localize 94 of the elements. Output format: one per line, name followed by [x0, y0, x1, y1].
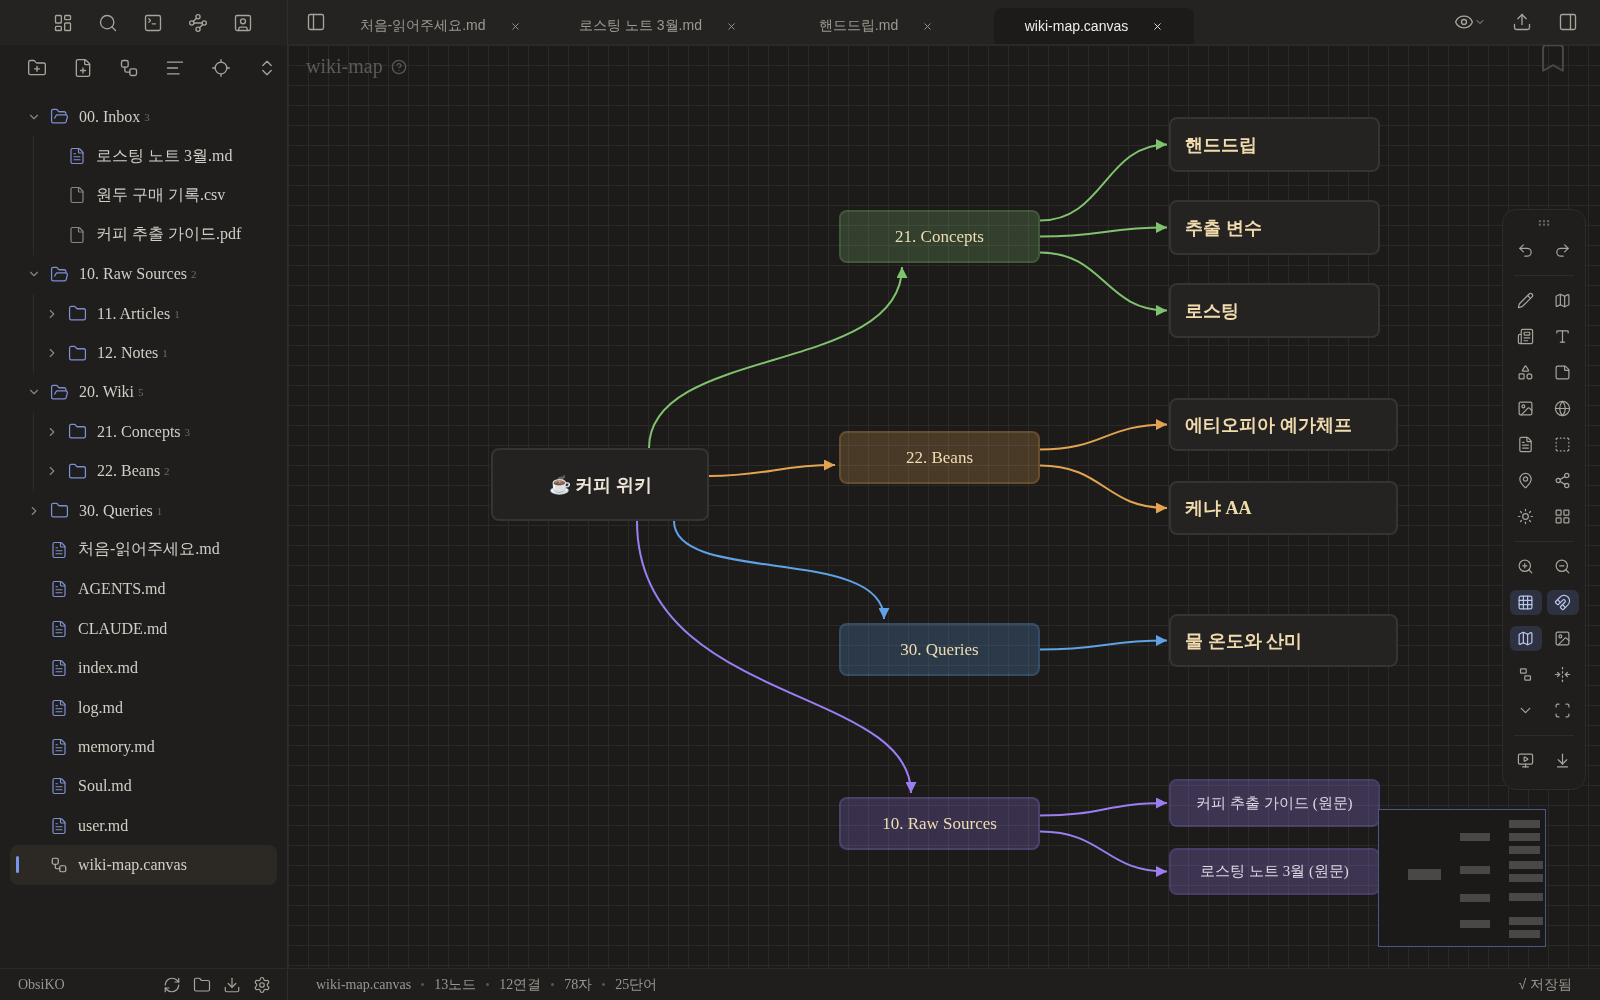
item-count: 2 [164, 465, 170, 478]
file-icon [68, 186, 86, 205]
status-stat: 78자 [564, 975, 593, 994]
canvas-node[interactable]: 로스팅 [1169, 283, 1380, 338]
editor-tab[interactable]: wiki-map.canvas [994, 8, 1194, 44]
canvas-node[interactable]: 10. Raw Sources [839, 797, 1040, 850]
canvas-node[interactable]: 물 온도와 산미 [1169, 614, 1398, 667]
item-label: 커피 추출 가이드.pdf [96, 224, 242, 245]
item-label: user.md [78, 816, 129, 835]
editor-tab[interactable]: 처음-읽어주세요.md [340, 8, 540, 44]
document-icon [50, 698, 68, 717]
save-status: √ 저장됨 [1518, 975, 1572, 994]
canvas-node[interactable]: 21. Concepts [839, 210, 1040, 263]
document-icon [50, 777, 68, 796]
item-count: 2 [191, 268, 197, 281]
status-file-name: wiki-map.canvas [316, 976, 412, 993]
item-count: 5 [138, 386, 144, 399]
item-count: 1 [156, 504, 163, 517]
item-count: 1 [162, 347, 168, 360]
item-count: 3 [184, 425, 191, 438]
document-icon [50, 737, 68, 756]
item-label: 22. Beans [97, 462, 161, 481]
item-label: 처음-읽어주세요.md [78, 539, 220, 560]
file-tree-item[interactable]: 처음-읽어주세요.md [10, 530, 277, 570]
file-tree-item[interactable]: 30. Queries 1 [10, 490, 277, 531]
document-icon [50, 816, 68, 835]
file-tree-item[interactable]: 원두 구매 기록.csv [10, 175, 277, 216]
file-tree-item[interactable]: memory.md [10, 727, 277, 767]
file-tree-item[interactable]: user.md [10, 806, 277, 846]
item-count: 3 [144, 110, 150, 123]
file-tree-item[interactable]: 커피 추출 가이드.pdf [10, 215, 277, 255]
item-label: 12. Notes [97, 344, 159, 363]
canvas-node[interactable]: 22. Beans [839, 431, 1040, 484]
canvas-node[interactable]: 추출 변수 [1169, 200, 1380, 255]
status-stat: 25단어 [615, 975, 658, 994]
item-label: memory.md [78, 737, 155, 756]
folder-icon [68, 461, 87, 481]
file-tree-item[interactable]: 22. Beans 2 [10, 451, 277, 491]
item-label: wiki-map.canvas [78, 856, 187, 875]
item-label: 로스팅 노트 3월.md [96, 145, 233, 166]
open-folder-icon [50, 264, 69, 284]
vault-name: ObsiKO [18, 976, 65, 993]
file-tree-item[interactable]: 11. Articles 1 [10, 293, 277, 334]
canvas-node[interactable]: 핸드드립 [1169, 117, 1380, 172]
map-icon[interactable] [1509, 626, 1542, 651]
item-label: 원두 구매 기록.csv [96, 184, 226, 205]
file-tree-item[interactable]: Soul.md [10, 766, 277, 807]
status-stat: 13노드 [434, 975, 477, 994]
canvas-node[interactable]: 30. Queries [839, 623, 1040, 676]
item-label: 30. Queries [79, 501, 153, 520]
file-tree-item[interactable]: 00. Inbox 3 [10, 97, 277, 137]
canvas-node[interactable]: 케냐 AA [1169, 481, 1398, 535]
document-icon [50, 541, 68, 559]
item-label: log.md [78, 698, 123, 717]
editor-tab[interactable]: 로스팅 노트 3월.md [558, 8, 758, 44]
status-stat: 12연결 [499, 975, 542, 994]
file-tree-item[interactable]: AGENTS.md [10, 569, 277, 610]
canvas-node[interactable]: 커피 추출 가이드 (원문) [1169, 779, 1380, 827]
file-tree-item[interactable]: 12. Notes 1 [10, 333, 277, 373]
minimap-drawing[interactable] [1378, 809, 1546, 947]
editor-tab[interactable]: 핸드드립.md [776, 8, 976, 44]
canvas-node[interactable]: 에티오피아 예가체프 [1169, 398, 1398, 451]
grid-icon[interactable] [1509, 590, 1542, 615]
file-tree-item[interactable]: 로스팅 노트 3월.md [10, 136, 277, 176]
document-icon [50, 580, 68, 599]
magnet-icon[interactable] [1546, 590, 1579, 615]
item-label: index.md [78, 659, 138, 678]
item-label: Soul.md [78, 777, 132, 796]
document-icon [50, 619, 68, 638]
canvas-title: wiki-map [306, 55, 383, 78]
item-label: 21. Concepts [97, 422, 181, 441]
item-label: AGENTS.md [78, 580, 166, 599]
item-label: 00. Inbox [79, 107, 141, 126]
open-folder-icon [50, 382, 69, 402]
close-icon[interactable] [1152, 20, 1164, 32]
item-label: CLAUDE.md [78, 619, 168, 638]
folder-icon [68, 343, 87, 363]
file-tree-item[interactable]: 21. Concepts 3 [10, 412, 277, 452]
file-tree-item[interactable]: wiki-map.canvas [10, 845, 277, 885]
file-tree-item[interactable]: 20. Wiki 5 [10, 372, 277, 413]
item-label: 10. Raw Sources [79, 265, 187, 284]
file-tree-item[interactable]: log.md [10, 687, 277, 728]
document-icon [68, 147, 86, 166]
item-label: 11. Articles [97, 304, 171, 323]
canvas-node[interactable]: 로스팅 노트 3월 (원문) [1169, 848, 1380, 895]
canvas-node[interactable]: ☕ 커피 위키 [491, 448, 709, 521]
file-tree-item[interactable]: CLAUDE.md [10, 609, 277, 649]
item-label: 20. Wiki [79, 383, 135, 402]
item-count: 1 [174, 307, 180, 320]
file-tree-item[interactable]: 10. Raw Sources 2 [10, 254, 277, 294]
file-icon [68, 225, 86, 244]
nodes-icon [50, 856, 68, 875]
document-icon [50, 659, 68, 678]
file-tree-item[interactable]: index.md [10, 648, 277, 688]
